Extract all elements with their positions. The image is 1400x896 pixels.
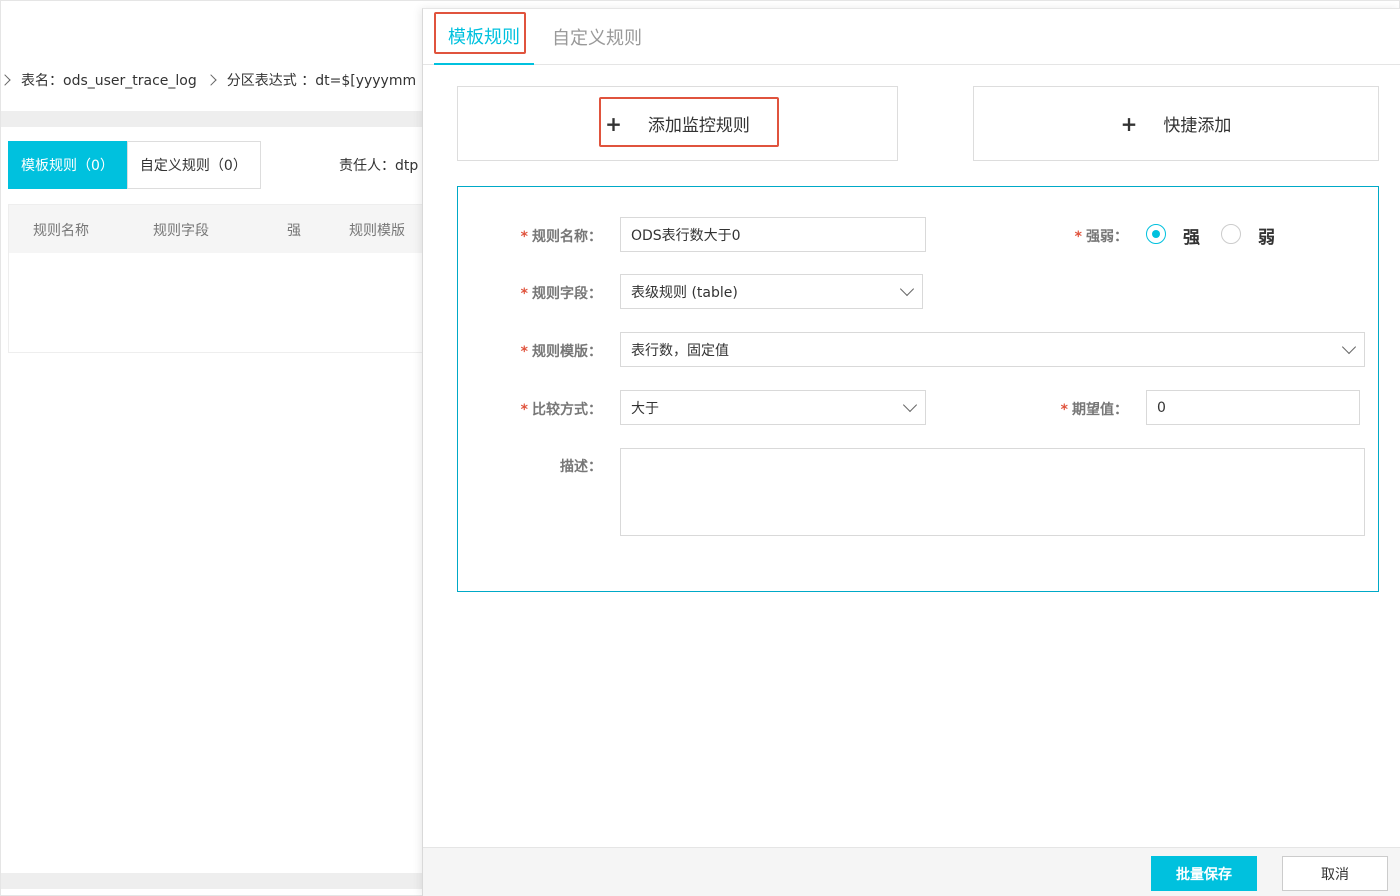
add-monitor-rule-label: 添加监控规则 (647, 116, 750, 136)
cancel-button[interactable]: 取消 (1282, 856, 1388, 891)
owner-label: 责任人：dtp (339, 158, 419, 174)
description-textarea[interactable] (620, 448, 1365, 536)
rule-field-value: 表级规则 (table) (631, 284, 738, 301)
bottom-strip (1, 873, 423, 889)
required-mark: * (520, 402, 528, 418)
rule-field-label: * 规则字段： (520, 286, 602, 302)
tab-custom-rules[interactable]: 自定义规则（0） (126, 141, 261, 189)
breadcrumb-table-name[interactable]: 表名：ods_user_trace_log (21, 70, 197, 90)
rule-field-select[interactable]: 表级规则 (table) (620, 274, 923, 309)
required-mark: * (520, 286, 528, 302)
tab-template-rules[interactable]: 模板规则（0） (8, 141, 127, 189)
required-mark: * (1060, 402, 1068, 418)
rule-name-value: ODS表行数大于0 (631, 227, 741, 244)
chevron-down-icon (899, 281, 915, 297)
compare-select[interactable]: 大于 (620, 390, 926, 425)
rule-template-select[interactable]: 表行数，固定值 (620, 332, 1365, 367)
strong-radio-label[interactable]: 强 (1183, 223, 1200, 248)
required-mark: * (520, 229, 528, 245)
required-mark: * (520, 344, 528, 360)
column-header: 强 (287, 223, 301, 239)
column-header: 规则名称 (33, 223, 89, 239)
chevron-right-icon (205, 74, 217, 86)
breadcrumb-partition[interactable]: 分区表达式 ：dt=$[yyyymm (227, 70, 416, 90)
drawer-tabs: 模板规则 自定义规则 (423, 9, 1400, 65)
column-header: 规则模版 (349, 223, 405, 239)
rule-template-label: * 规则模版： (520, 344, 602, 360)
add-monitor-rule-button[interactable]: + 添加监控规则 (457, 86, 898, 161)
column-header: 规则字段 (153, 223, 209, 239)
plus-icon: + (605, 111, 622, 136)
table-header: 规则名称 规则字段 强 规则模版 (9, 205, 423, 253)
weak-radio-label[interactable]: 弱 (1258, 223, 1275, 248)
expected-value: 0 (1157, 399, 1166, 416)
strong-radio[interactable] (1146, 224, 1166, 244)
rule-form-card: * 规则名称： ODS表行数大于0 * 强弱： 强 弱 * 规则字段： 表级规则 (t… (457, 186, 1379, 592)
description-label: 描述： (560, 459, 602, 475)
batch-save-button[interactable]: 批量保存 (1151, 856, 1257, 891)
rule-name-label: * 规则名称： (520, 229, 602, 245)
chevron-down-icon (902, 397, 918, 413)
rules-table: 规则名称 规则字段 强 规则模版 (8, 204, 424, 353)
chevron-down-icon (1341, 339, 1357, 355)
required-mark: * (1074, 229, 1082, 245)
expected-label: * 期望值： (1060, 402, 1128, 418)
rule-name-input[interactable]: ODS表行数大于0 (620, 217, 926, 252)
drawer-footer: 批量保存 取消 (423, 847, 1400, 896)
weak-radio[interactable] (1221, 224, 1241, 244)
tab-template-rule[interactable]: 模板规则 (434, 9, 534, 65)
divider-strip (1, 111, 423, 127)
quick-add-button[interactable]: + 快捷添加 (973, 86, 1379, 161)
tab-custom-rule[interactable]: 自定义规则 (547, 9, 647, 65)
rule-template-value: 表行数，固定值 (631, 342, 729, 359)
plus-icon: + (1120, 111, 1138, 136)
compare-value: 大于 (631, 400, 659, 417)
compare-label: * 比较方式： (520, 402, 602, 418)
rule-type-tabs: 模板规则（0） 自定义规则（0） (8, 141, 261, 189)
strength-label: * 强弱： (1074, 229, 1128, 245)
expected-input[interactable]: 0 (1146, 390, 1360, 425)
quick-add-label: 快捷添加 (1163, 116, 1232, 136)
breadcrumb: 表名：ods_user_trace_log 分区表达式 ：dt=$[yyyymm (0, 63, 416, 97)
rule-drawer: 模板规则 自定义规则 + 添加监控规则 + 快捷添加 * 规则名称： ODS表行数… (422, 8, 1400, 896)
chevron-right-icon (0, 74, 11, 86)
